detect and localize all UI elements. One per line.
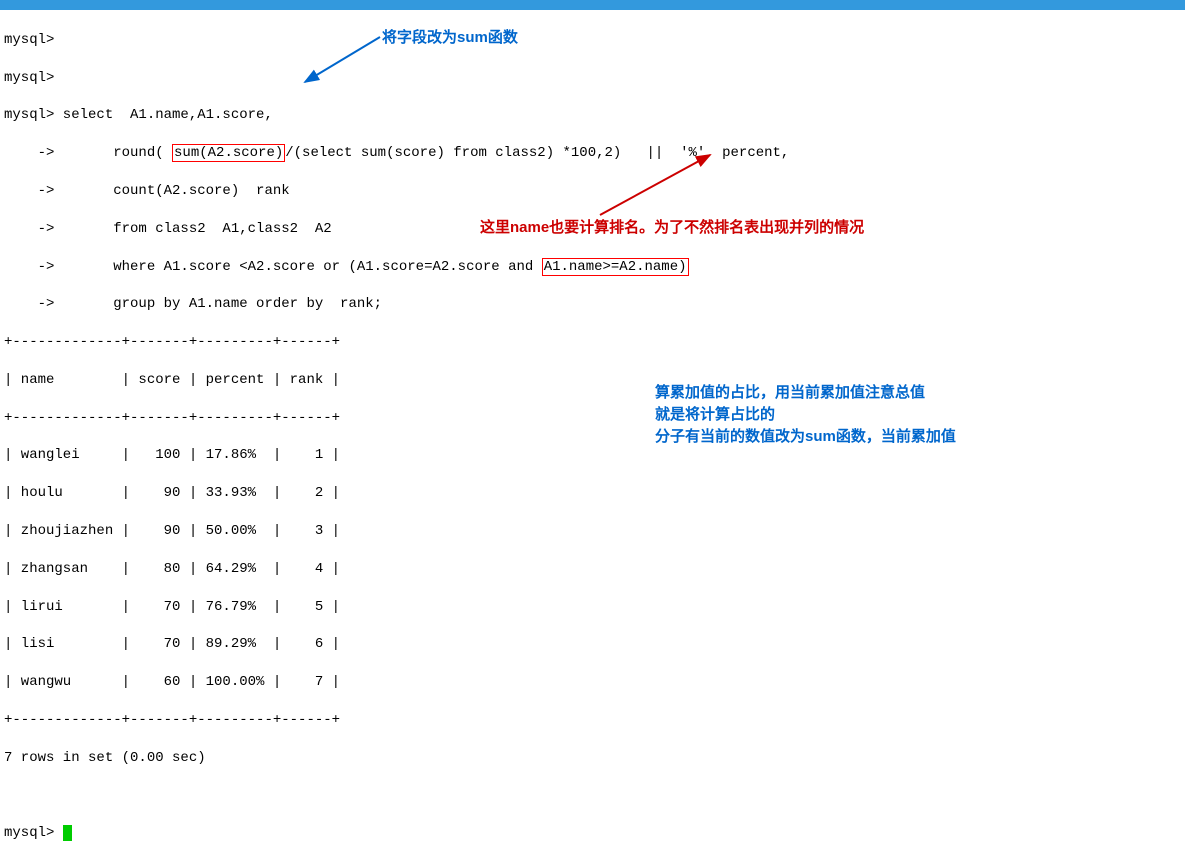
prompt-line: mysql> xyxy=(4,31,1181,50)
table-header: | name | score | percent | rank | xyxy=(4,371,1181,390)
table-separator: +-------------+-------+---------+------+ xyxy=(4,409,1181,428)
table-row: | lisi | 70 | 89.29% | 6 | xyxy=(4,635,1181,654)
table-row: | zhoujiazhen | 90 | 50.00% | 3 | xyxy=(4,522,1181,541)
table-row: | lirui | 70 | 76.79% | 5 | xyxy=(4,598,1181,617)
annotation-bottom-1: 算累加值的占比，用当前累加值注意总值 xyxy=(655,383,925,403)
highlight-name-condition: A1.name>=A2.name) xyxy=(542,258,689,276)
table-row: | wangwu | 60 | 100.00% | 7 | xyxy=(4,673,1181,692)
sql-line: -> round( sum(A2.score)/(select sum(scor… xyxy=(4,144,1181,163)
table-separator: +-------------+-------+---------+------+ xyxy=(4,711,1181,730)
sql-text: -> where A1.score <A2.score or (A1.score… xyxy=(4,259,542,275)
result-footer: 7 rows in set (0.00 sec) xyxy=(4,749,1181,768)
table-row: | wanglei | 100 | 17.86% | 1 | xyxy=(4,446,1181,465)
terminal-output: mysql> mysql> mysql> select A1.name,A1.s… xyxy=(0,10,1185,864)
annotation-bottom-3: 分子有当前的数值改为sum函数，当前累加值 xyxy=(655,427,956,447)
sql-line: mysql> select A1.name,A1.score, xyxy=(4,106,1181,125)
annotation-bottom-2: 就是将计算占比的 xyxy=(655,405,775,425)
table-row: | houlu | 90 | 33.93% | 2 | xyxy=(4,484,1181,503)
annotation-middle: 这里name也要计算排名。为了不然排名表出现并列的情况 xyxy=(480,218,864,238)
sql-line: -> where A1.score <A2.score or (A1.score… xyxy=(4,258,1181,277)
sql-text: /(select sum(score) from class2) *100,2)… xyxy=(285,145,789,161)
prompt-text: mysql> xyxy=(4,825,63,841)
highlight-sum-function: sum(A2.score) xyxy=(172,144,285,162)
table-separator: +-------------+-------+---------+------+ xyxy=(4,333,1181,352)
table-row: | zhangsan | 80 | 64.29% | 4 | xyxy=(4,560,1181,579)
annotation-top: 将字段改为sum函数 xyxy=(382,28,518,48)
blank-line xyxy=(4,787,1181,806)
sql-text: -> round( xyxy=(4,145,172,161)
window-title-bar xyxy=(0,0,1185,10)
prompt-line: mysql> xyxy=(4,824,1181,843)
cursor xyxy=(63,825,72,841)
sql-line: -> group by A1.name order by rank; xyxy=(4,295,1181,314)
sql-line: -> count(A2.score) rank xyxy=(4,182,1181,201)
prompt-line: mysql> xyxy=(4,69,1181,88)
